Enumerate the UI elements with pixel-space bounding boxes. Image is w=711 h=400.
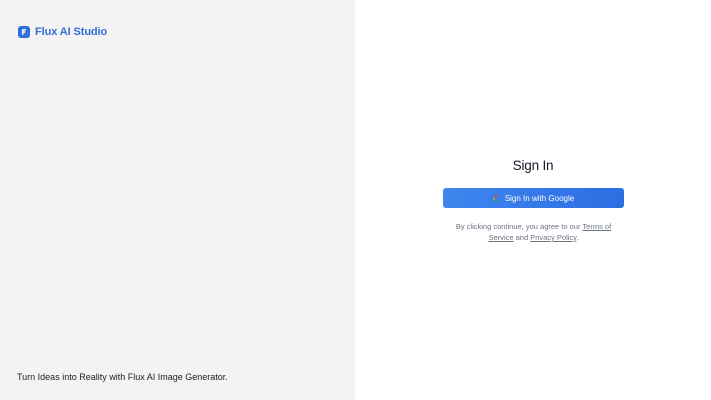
brand-link[interactable]: Flux AI Studio [18, 26, 107, 38]
terms-and: and [513, 233, 531, 242]
privacy-policy-link[interactable]: Privacy Policy [530, 233, 576, 242]
google-signin-button[interactable]: Sign In with Google [443, 188, 624, 208]
page: Flux AI Studio Turn Ideas into Reality w… [0, 0, 711, 400]
right-panel: Sign In Sign In with Google By clicking … [355, 0, 711, 400]
google-icon [493, 195, 500, 202]
signin-title: Sign In [512, 158, 554, 173]
terms-notice: By clicking continue, you agree to our T… [443, 221, 624, 243]
terms-prefix: By clicking continue, you agree to our [455, 222, 583, 231]
flux-logo-icon [18, 26, 30, 38]
tagline: Turn Ideas into Reality with Flux AI Ima… [17, 372, 228, 382]
left-panel: Flux AI Studio Turn Ideas into Reality w… [0, 0, 355, 400]
terms-suffix: . [576, 233, 579, 242]
google-signin-label: Sign In with Google [504, 193, 575, 203]
brand-name: Flux AI Studio [35, 26, 108, 38]
